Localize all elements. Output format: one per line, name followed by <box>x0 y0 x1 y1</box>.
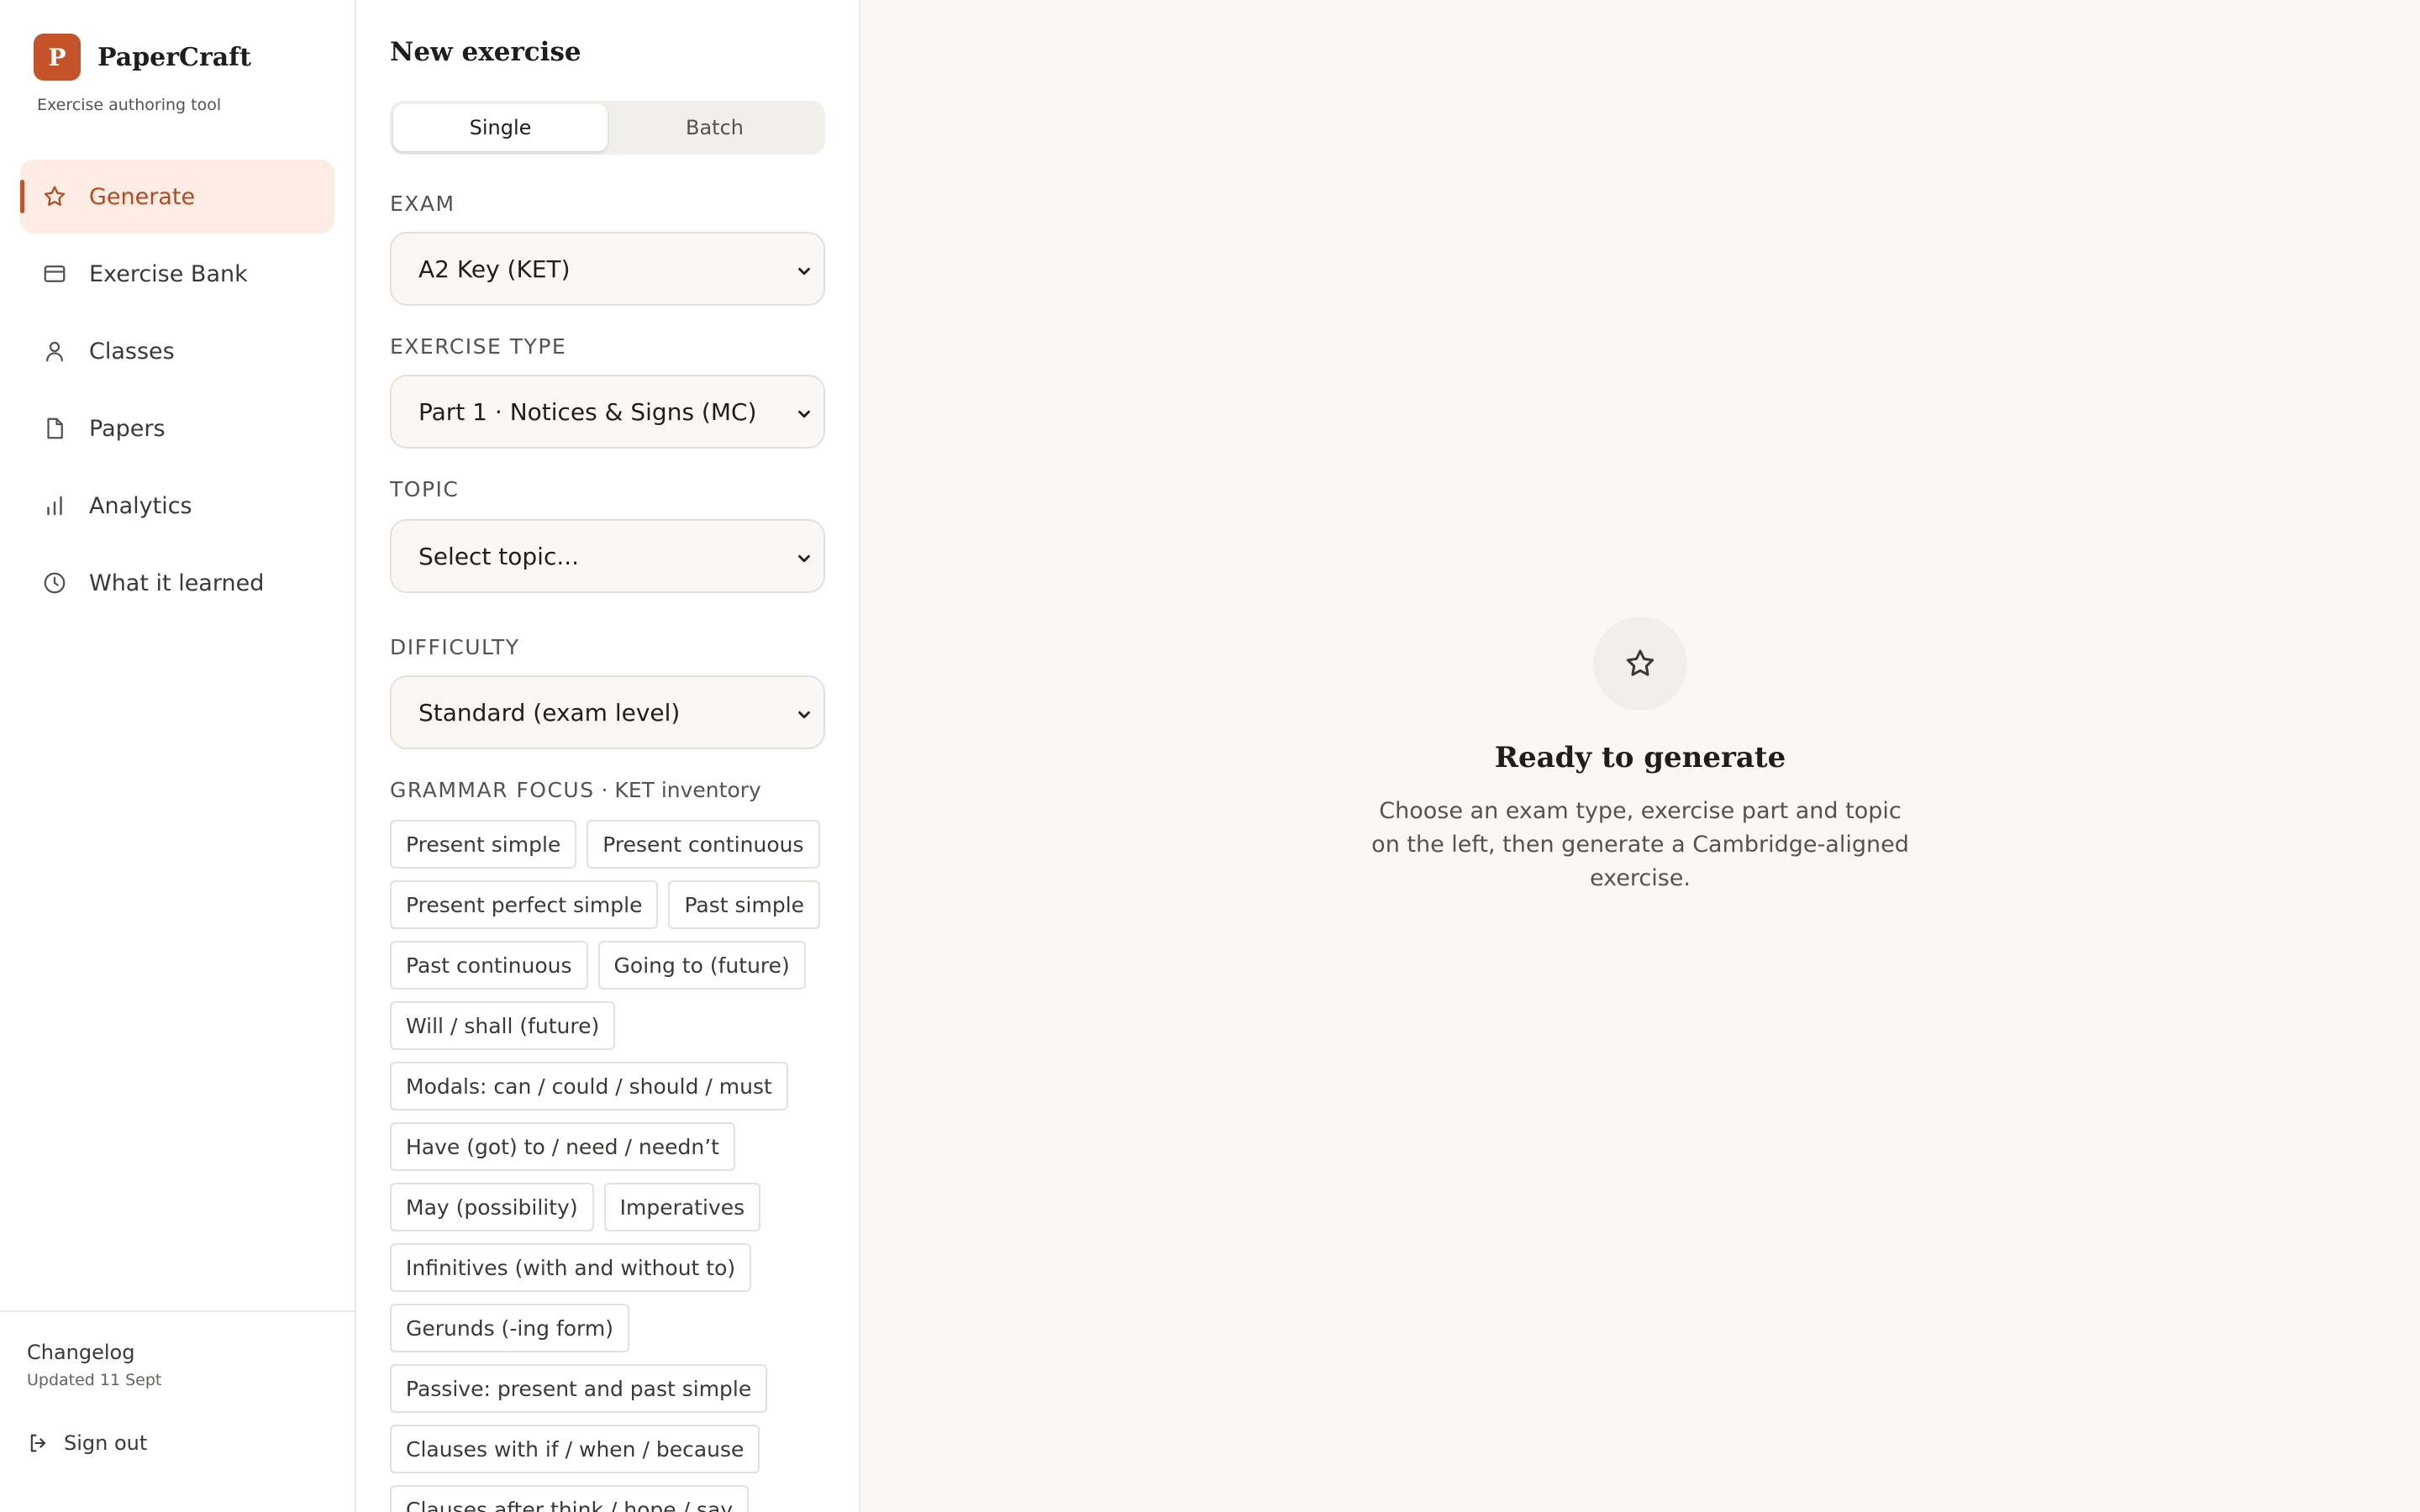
grammar-chip[interactable]: Going to (future) <box>597 941 806 990</box>
star-icon <box>44 186 66 206</box>
panel-title: New exercise <box>390 37 581 67</box>
topic-select-value: Select topic... <box>418 542 580 570</box>
main-content: Ready to generate Choose an exam type, e… <box>860 0 2420 1512</box>
empty-state-icon <box>1593 617 1687 711</box>
brand-logo: P <box>34 34 81 81</box>
sidebar-nav: Generate Exercise Bank Classes Papers An… <box>20 160 334 623</box>
sign-out-label: Sign out <box>64 1431 148 1455</box>
exercise-form-panel: New exercise Single Batch EXAM A2 Key (K… <box>356 0 860 1512</box>
grammar-chip[interactable]: Infinitives (with and without to) <box>390 1243 752 1292</box>
sidebar-item-label: Papers <box>89 415 166 442</box>
sidebar-item-label: Classes <box>89 338 175 365</box>
grammar-focus-label: GRAMMAR FOCUS <box>390 778 595 802</box>
grammar-chip[interactable]: Have (got) to / need / needn’t <box>390 1122 735 1171</box>
exam-select[interactable]: A2 Key (KET) <box>390 232 825 306</box>
sign-out-icon <box>30 1434 46 1452</box>
sign-out-button[interactable]: Sign out <box>27 1431 147 1455</box>
changelog-updated: Updated 11 Sept <box>27 1371 162 1389</box>
grammar-chip[interactable]: May (possibility) <box>390 1183 594 1231</box>
exercise-type-label: EXERCISE TYPE <box>390 334 567 359</box>
clock-icon <box>44 572 66 594</box>
difficulty-label: DIFFICULTY <box>390 635 520 659</box>
grammar-chip[interactable]: Clauses with if / when / because <box>390 1425 760 1473</box>
empty-state-description: Choose an exam type, exercise part and t… <box>1371 798 1909 891</box>
grammar-chip[interactable]: Modals: can / could / should / must <box>390 1062 788 1110</box>
mode-single-tab[interactable]: Single <box>393 104 608 151</box>
grammar-focus-heading: GRAMMAR FOCUS · KET inventory <box>390 778 761 802</box>
mode-toggle: Single Batch <box>390 101 825 155</box>
grammar-chip[interactable]: Imperatives <box>603 1183 761 1231</box>
grammar-chip[interactable]: Passive: present and past simple <box>390 1364 768 1413</box>
sidebar-item-exercise-bank[interactable]: Exercise Bank <box>20 237 334 311</box>
brand-subtitle: Exercise authoring tool <box>37 96 222 114</box>
topic-select[interactable]: Select topic... <box>390 519 825 593</box>
empty-state-title: Ready to generate <box>1494 741 1786 774</box>
difficulty-select-value: Standard (exam level) <box>418 698 681 727</box>
grammar-chip-list: Present simple Present continuous Presen… <box>390 820 827 1512</box>
credit-card-icon <box>44 265 66 282</box>
app-window: P PaperCraft Exercise authoring tool Gen… <box>0 0 2420 1512</box>
brand[interactable]: P PaperCraft <box>34 34 251 81</box>
grammar-chip[interactable]: Gerunds (-ing form) <box>390 1304 629 1352</box>
mode-batch-tab[interactable]: Batch <box>608 104 822 151</box>
sidebar-item-generate[interactable]: Generate <box>20 160 334 234</box>
sidebar-item-label: Generate <box>89 183 196 210</box>
chevron-down-icon <box>798 554 810 563</box>
sidebar-item-classes[interactable]: Classes <box>20 314 334 388</box>
sidebar: P PaperCraft Exercise authoring tool Gen… <box>0 0 356 1512</box>
sidebar-item-what-it-learned[interactable]: What it learned <box>20 546 334 620</box>
grammar-chip[interactable]: Present simple <box>390 820 577 869</box>
sidebar-footer: Changelog Updated 11 Sept Sign out <box>0 1310 356 1455</box>
grammar-chip[interactable]: Will / shall (future) <box>390 1001 616 1050</box>
grammar-chip[interactable]: Present continuous <box>587 820 820 869</box>
exam-select-value: A2 Key (KET) <box>418 255 571 283</box>
exercise-type-select[interactable]: Part 1 · Notices & Signs (MC) <box>390 375 825 449</box>
difficulty-select[interactable]: Standard (exam level) <box>390 675 825 749</box>
chevron-down-icon <box>798 711 810 719</box>
sidebar-item-label: Exercise Bank <box>89 260 248 287</box>
chevron-down-icon <box>798 267 810 276</box>
bar-chart-icon <box>47 496 62 516</box>
sidebar-item-papers[interactable]: Papers <box>20 391 334 465</box>
grammar-chip[interactable]: Past simple <box>668 880 821 929</box>
changelog-link[interactable]: Changelog Updated 11 Sept <box>27 1341 161 1389</box>
chevron-down-icon <box>798 410 810 418</box>
grammar-chip[interactable]: Clauses after think / hope / say <box>390 1485 750 1512</box>
sidebar-item-analytics[interactable]: Analytics <box>20 469 334 543</box>
changelog-title: Changelog <box>27 1341 135 1364</box>
brand-name: PaperCraft <box>97 42 251 72</box>
grammar-chip[interactable]: Present perfect simple <box>390 880 659 929</box>
star-icon <box>1626 649 1655 676</box>
grammar-chip[interactable]: Past continuous <box>390 941 588 990</box>
document-icon <box>47 417 63 439</box>
user-icon <box>46 341 63 362</box>
topic-label: TOPIC <box>390 477 460 501</box>
sidebar-item-label: What it learned <box>89 570 265 596</box>
exam-label: EXAM <box>390 192 455 216</box>
exercise-type-select-value: Part 1 · Notices & Signs (MC) <box>418 397 757 426</box>
grammar-focus-sub: · KET inventory <box>594 778 761 802</box>
sidebar-item-label: Analytics <box>89 492 192 519</box>
